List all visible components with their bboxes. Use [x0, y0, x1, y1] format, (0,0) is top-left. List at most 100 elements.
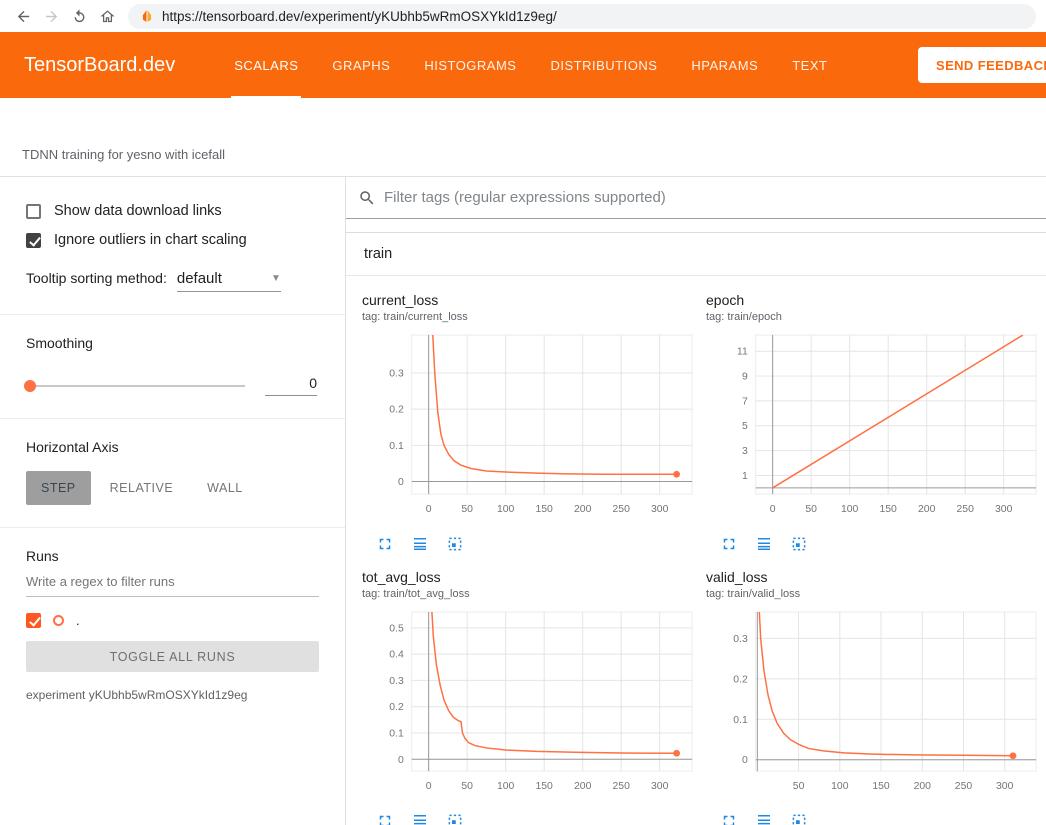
maximize-icon[interactable]	[720, 812, 738, 825]
svg-text:0.1: 0.1	[389, 728, 404, 739]
svg-text:150: 150	[535, 781, 553, 792]
run-color-swatch	[53, 615, 64, 626]
smoothing-slider-thumb[interactable]	[24, 380, 36, 392]
svg-text:300: 300	[995, 504, 1013, 515]
search-icon	[358, 189, 376, 207]
chevron-down-icon: ▼	[271, 273, 281, 284]
axis-wall-button[interactable]: WALL	[192, 471, 258, 505]
smoothing-row: 0	[26, 375, 317, 396]
y-log-scale-icon[interactable]	[411, 812, 429, 825]
sidebar-divider	[0, 314, 345, 315]
horizontal-axis-toggle: STEP RELATIVE WALL	[26, 471, 319, 505]
tag-filter-row	[346, 177, 1046, 219]
show-download-links-row[interactable]: Show data download links	[26, 203, 319, 219]
sidebar-divider	[0, 418, 345, 419]
app-logo: TensorBoard.dev	[24, 54, 175, 77]
svg-text:0: 0	[398, 755, 404, 766]
smoothing-value-input[interactable]: 0	[265, 375, 317, 396]
line-chart-valid-loss[interactable]: 5010015020025030000.10.20.3	[706, 606, 1044, 805]
svg-text:0.4: 0.4	[389, 650, 404, 661]
home-icon[interactable]	[94, 3, 120, 29]
content: Show data download links Ignore outliers…	[0, 177, 1046, 825]
chart-title: valid_loss	[706, 569, 1046, 585]
tensorboard-favicon	[140, 9, 154, 23]
horizontal-axis-label: Horizontal Axis	[26, 439, 319, 455]
toggle-all-runs-button[interactable]: TOGGLE ALL RUNS	[26, 641, 319, 672]
svg-text:0.3: 0.3	[389, 676, 404, 687]
smoothing-slider[interactable]	[26, 385, 245, 387]
svg-text:200: 200	[918, 504, 936, 515]
axis-relative-button[interactable]: RELATIVE	[95, 471, 189, 505]
svg-text:0.2: 0.2	[733, 674, 748, 685]
svg-text:100: 100	[497, 504, 515, 515]
tab-scalars[interactable]: SCALARS	[217, 32, 315, 98]
svg-text:50: 50	[793, 781, 805, 792]
reload-icon[interactable]	[66, 3, 92, 29]
svg-text:0.3: 0.3	[389, 368, 404, 379]
address-bar[interactable]: https://tensorboard.dev/experiment/yKUbh…	[128, 4, 1036, 29]
show-download-links-checkbox[interactable]	[26, 204, 41, 219]
svg-text:0: 0	[426, 504, 432, 515]
fit-domain-icon[interactable]	[790, 812, 808, 825]
tab-hparams[interactable]: HPARAMS	[674, 32, 775, 98]
chart-tag: tag: train/tot_avg_loss	[362, 588, 706, 600]
run-checkbox[interactable]	[26, 613, 41, 628]
chart-toolbar	[362, 528, 706, 553]
runs-filter-input[interactable]	[26, 564, 319, 597]
svg-text:200: 200	[574, 504, 592, 515]
fit-domain-icon[interactable]	[790, 535, 808, 553]
line-chart-current-loss[interactable]: 05010015020025030000.10.20.3	[362, 329, 700, 528]
scalars-dashboard: train current_loss tag: train/current_lo…	[346, 177, 1046, 825]
chart-tag: tag: train/valid_loss	[706, 588, 1046, 600]
line-chart-epoch[interactable]: 0501001502002503001357911	[706, 329, 1044, 528]
y-log-scale-icon[interactable]	[755, 535, 773, 553]
svg-text:100: 100	[831, 781, 849, 792]
tooltip-sorting-value: default	[177, 270, 222, 287]
svg-text:1: 1	[742, 471, 748, 482]
svg-text:50: 50	[461, 781, 473, 792]
ignore-outliers-row[interactable]: Ignore outliers in chart scaling	[26, 232, 319, 248]
chart-card-epoch: epoch tag: train/epoch 05010015020025030…	[706, 292, 1046, 553]
maximize-icon[interactable]	[376, 535, 394, 553]
svg-text:0.2: 0.2	[389, 702, 404, 713]
y-log-scale-icon[interactable]	[411, 535, 429, 553]
send-feedback-button[interactable]: SEND FEEDBACK	[918, 47, 1046, 83]
tab-distributions[interactable]: DISTRIBUTIONS	[533, 32, 674, 98]
maximize-icon[interactable]	[720, 535, 738, 553]
svg-text:300: 300	[996, 781, 1014, 792]
svg-text:0.2: 0.2	[389, 405, 404, 416]
svg-text:100: 100	[841, 504, 859, 515]
line-chart-tot-avg-loss[interactable]: 05010015020025030000.10.20.30.40.5	[362, 606, 700, 805]
url-text[interactable]: https://tensorboard.dev/experiment/yKUbh…	[162, 9, 557, 24]
chart-toolbar	[362, 805, 706, 825]
svg-text:0: 0	[398, 477, 404, 488]
run-row[interactable]: .	[26, 613, 319, 628]
chart-card-tot-avg-loss: tot_avg_loss tag: train/tot_avg_loss 050…	[362, 569, 706, 825]
svg-text:0: 0	[770, 504, 776, 515]
tag-group-header[interactable]: train	[346, 233, 1046, 276]
sidebar-divider	[0, 527, 345, 528]
smoothing-label: Smoothing	[26, 335, 319, 351]
svg-text:50: 50	[461, 504, 473, 515]
ignore-outliers-checkbox[interactable]	[26, 233, 41, 248]
axis-step-button[interactable]: STEP	[26, 471, 91, 505]
tooltip-sorting-select[interactable]: default ▼	[177, 270, 281, 292]
tag-group-card: train current_loss tag: train/current_lo…	[346, 232, 1046, 825]
maximize-icon[interactable]	[376, 812, 394, 825]
svg-text:7: 7	[742, 396, 748, 407]
experiment-description: TDNN training for yesno with icefall	[22, 147, 225, 162]
svg-text:150: 150	[535, 504, 553, 515]
svg-text:250: 250	[612, 504, 630, 515]
chart-title: epoch	[706, 292, 1046, 308]
tab-graphs[interactable]: GRAPHS	[315, 32, 407, 98]
y-log-scale-icon[interactable]	[755, 812, 773, 825]
forward-icon[interactable]	[38, 3, 64, 29]
tab-text[interactable]: TEXT	[775, 32, 844, 98]
fit-domain-icon[interactable]	[446, 535, 464, 553]
fit-domain-icon[interactable]	[446, 812, 464, 825]
svg-text:9: 9	[742, 372, 748, 383]
tab-histograms[interactable]: HISTOGRAMS	[407, 32, 533, 98]
back-icon[interactable]	[10, 3, 36, 29]
tag-filter-input[interactable]	[384, 189, 1042, 206]
chart-toolbar	[706, 805, 1046, 825]
